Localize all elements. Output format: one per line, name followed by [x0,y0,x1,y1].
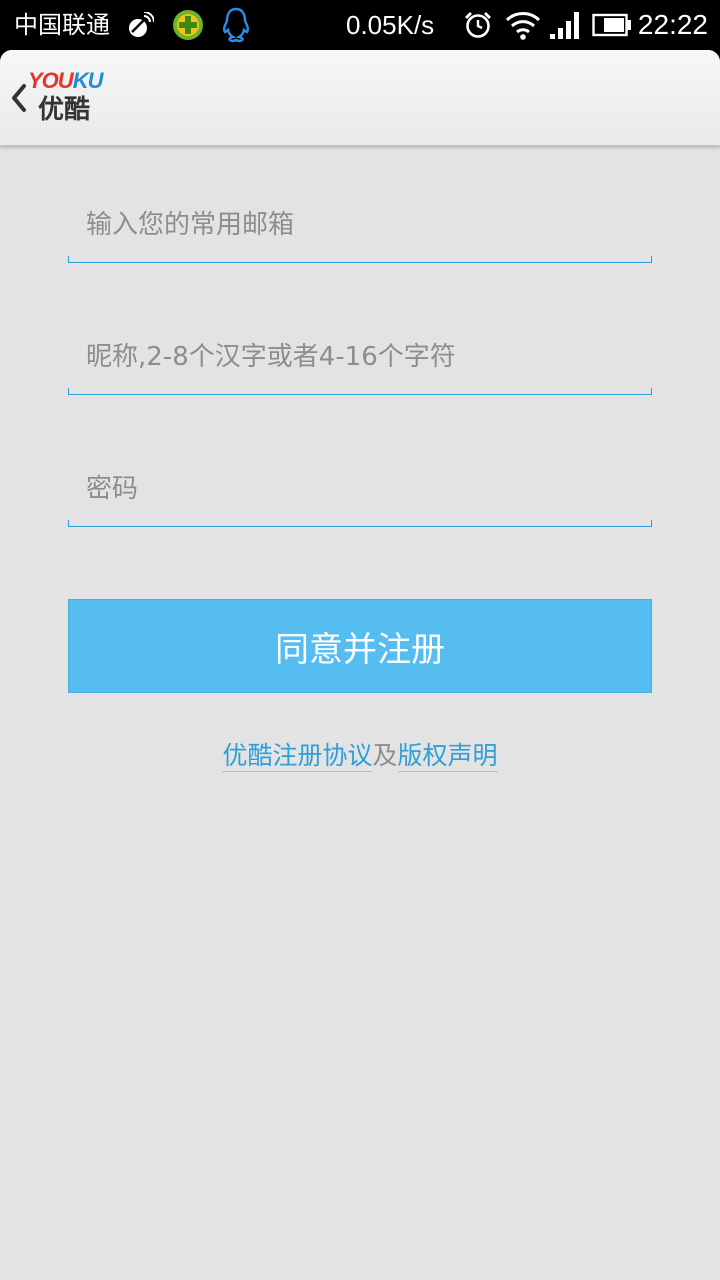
email-field-underline [68,256,652,263]
network-speed: 0.05K/s [346,10,435,40]
alarm-clock-icon [465,12,491,38]
status-bar: 中国联通 0.05K/s 22:22 [0,0,720,50]
nickname-field-underline [68,388,652,395]
agree-and-register-button[interactable]: 同意并注册 [68,599,652,693]
password-field-underline [68,520,652,527]
password-field[interactable] [68,458,652,520]
logo-wordmark-red: YOU [28,68,74,93]
registration-page: YOUKU 优酷 同意并注册 优酷注册协议及版权声明 [0,50,720,1280]
signal-strength-icon [550,12,579,39]
youku-logo[interactable]: YOUKU 优酷 [28,68,108,132]
satellite-dish-icon [129,12,154,37]
copyright-notice-link[interactable]: 版权声明 [397,741,498,772]
wifi-icon [505,12,541,40]
battery-icon [592,13,631,37]
email-field-wrapper [68,194,652,264]
title-bar: YOUKU 优酷 [0,50,720,146]
qq-penguin-icon [222,7,250,43]
clock: 22:22 [637,9,708,40]
email-field[interactable] [68,194,652,256]
registration-agreement-link[interactable]: 优酷注册协议 [222,741,373,772]
screen: 中国联通 0.05K/s 22:22 YOUKU 优酷 输入您的常用邮箱 昵称,… [0,0,720,1280]
360-security-icon [173,10,203,40]
agreement-links: 优酷注册协议及版权声明 [0,738,720,774]
password-field-wrapper [68,458,652,528]
links-separator: 及 [372,741,398,770]
nickname-field[interactable] [68,326,652,388]
logo-wordmark: YOUKU [28,68,104,94]
logo-wordmark-blue: KU [72,68,104,93]
logo-name: 优酷 [38,95,91,125]
nickname-field-wrapper [68,326,652,396]
carrier-name: 中国联通 [14,11,110,39]
